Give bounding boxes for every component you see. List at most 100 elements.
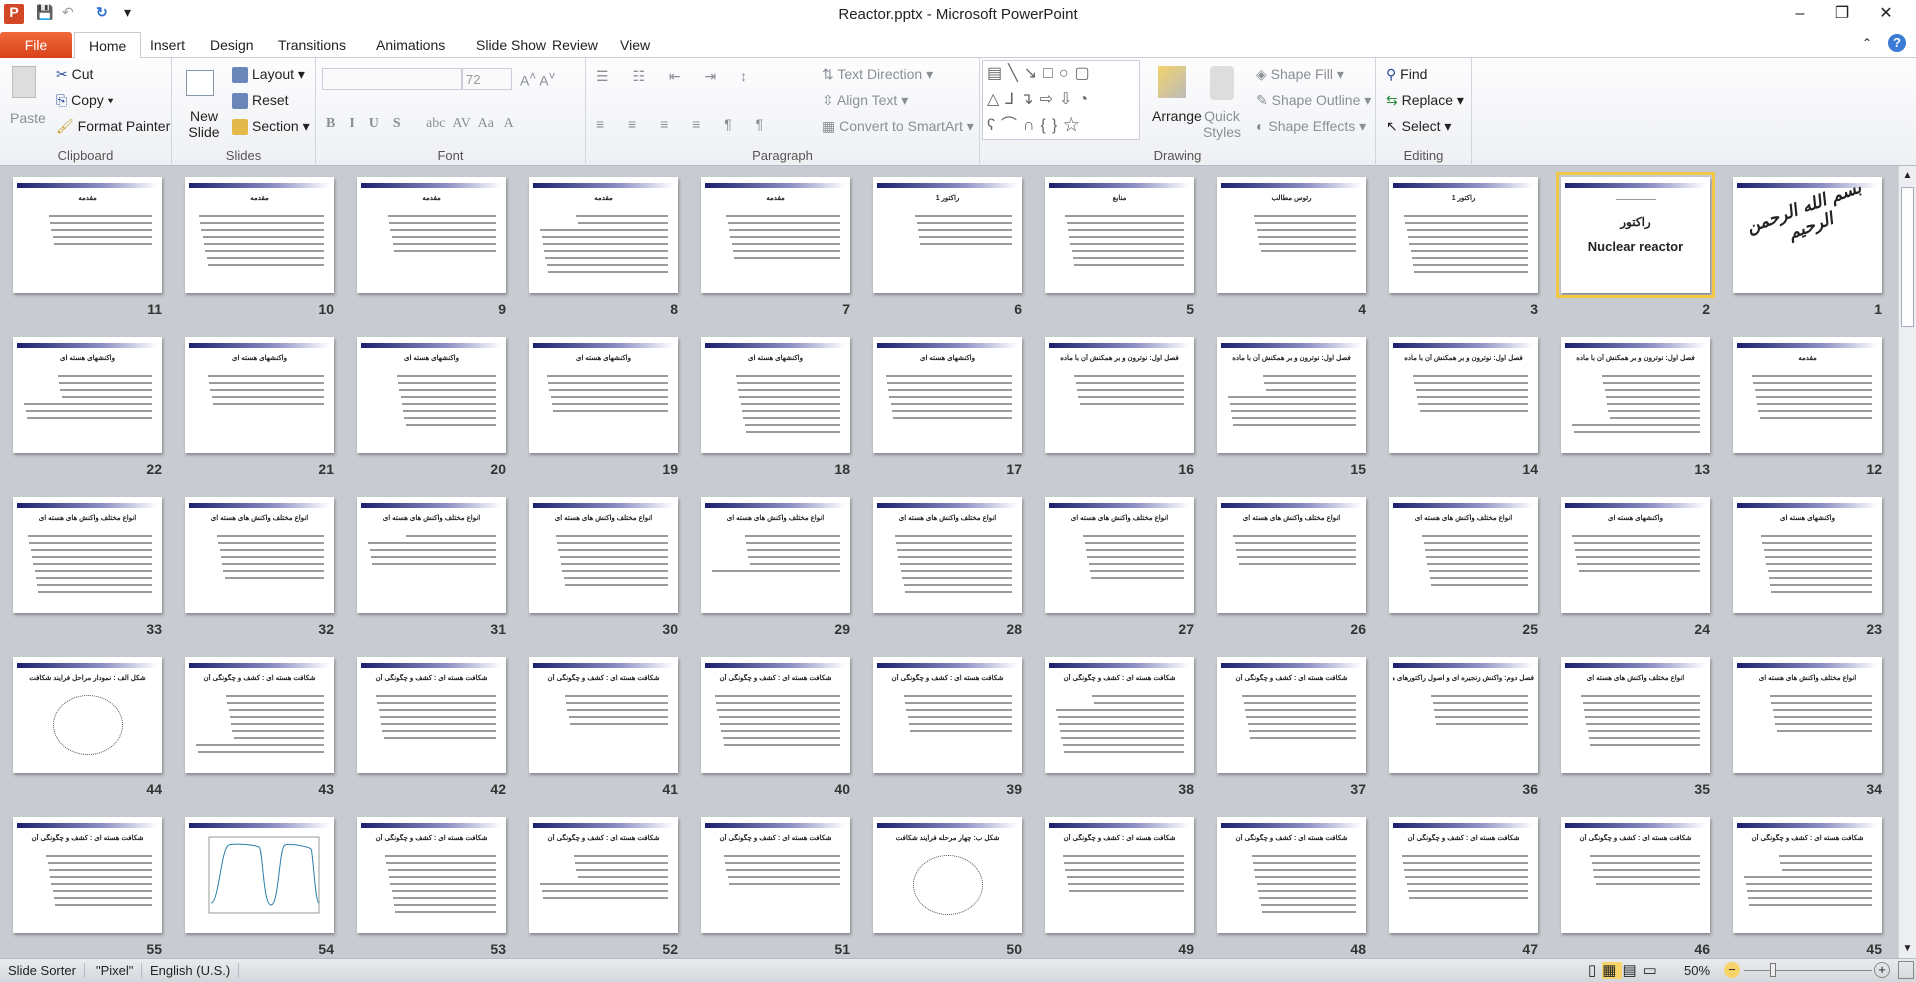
slide-thumbnail[interactable]: انواع مختلف واکنش های هسته ای (701, 497, 850, 613)
slide-thumbnail[interactable]: واکنشهای هسته ای (1733, 497, 1882, 613)
slide-thumbnail[interactable]: مقدمه (529, 177, 678, 293)
slide-thumbnail[interactable]: شکافت هسته ای : کشف و چگونگی آن (1733, 817, 1882, 933)
slide-thumbnail[interactable]: شکافت هسته ای : کشف و چگونگی آن (1217, 657, 1366, 773)
font-effect-buttons[interactable]: abc AV Aa A (426, 116, 514, 132)
scroll-down-icon[interactable]: ▼ (1899, 943, 1916, 954)
language-indicator[interactable]: English (U.S.) (142, 963, 240, 978)
slide-sorter-view-icon[interactable]: ▦ (1602, 962, 1623, 979)
powerpoint-logo-icon[interactable]: P (4, 4, 24, 24)
slide-thumbnail[interactable]: واکنشهای هسته ای (13, 337, 162, 453)
slide-thumbnail[interactable]: انواع مختلف واکنش های هسته ای (873, 497, 1022, 613)
theme-name[interactable]: "Pixel" (88, 963, 143, 978)
shape-fill-button[interactable]: ◈ Shape Fill ▾ (1256, 66, 1344, 83)
shape-outline-button[interactable]: ✎ Shape Outline ▾ (1256, 92, 1371, 109)
slide-thumbnail[interactable]: مقدمه (13, 177, 162, 293)
convert-smartart-button[interactable]: ▦ Convert to SmartArt ▾ (822, 118, 974, 135)
tab-home[interactable]: Home (74, 32, 142, 59)
shape-effects-button[interactable]: ◐ Shape Effects ▾ (1256, 118, 1366, 135)
tab-review[interactable]: Review (538, 32, 612, 58)
close-button[interactable]: ✕ (1866, 2, 1906, 26)
undo-icon[interactable]: ↶ (62, 4, 74, 24)
font-format-buttons[interactable]: BIUS (326, 116, 415, 132)
quick-styles-button[interactable]: Quick Styles (1202, 108, 1242, 140)
slide-thumbnail[interactable]: واکنشهای هسته ای (529, 337, 678, 453)
save-icon[interactable]: 💾 (36, 4, 53, 24)
slide-thumbnail[interactable]: شکافت هسته ای : کشف و چگونگی آن (1389, 817, 1538, 933)
slide-thumbnail[interactable]: انواع مختلف واکنش های هسته ای (1561, 657, 1710, 773)
slide-thumbnail[interactable]: شکافت هسته ای : کشف و چگونگی آن (701, 657, 850, 773)
slide-thumbnail[interactable]: شکافت هسته ای : کشف و چگونگی آن (1045, 817, 1194, 933)
tab-transitions[interactable]: Transitions (264, 32, 360, 58)
slide-thumbnail[interactable]: واکنشهای هسته ای (357, 337, 506, 453)
slide-thumbnail[interactable]: انواع مختلف واکنش های هسته ای (1217, 497, 1366, 613)
slide-thumbnail[interactable]: شکافت هسته ای : کشف و چگونگی آن (529, 817, 678, 933)
tab-design[interactable]: Design (196, 32, 268, 58)
slide-thumbnail[interactable]: راکتور Nuclear reactor (1556, 172, 1715, 298)
zoom-level[interactable]: 50% (1684, 963, 1710, 978)
slide-thumbnail[interactable]: واکنشهای هسته ای (873, 337, 1022, 453)
slide-thumbnail[interactable]: شکافت هسته ای : کشف و چگونگی آن (701, 817, 850, 933)
slide-thumbnail[interactable]: مقدمه (185, 177, 334, 293)
reading-view-icon[interactable]: ▤ (1622, 962, 1642, 979)
slide-thumbnail[interactable]: مقدمه (1733, 337, 1882, 453)
slide-thumbnail[interactable]: راکتور 1 (873, 177, 1022, 293)
find-button[interactable]: ⚲ Find (1386, 66, 1427, 83)
zoom-slider-thumb[interactable] (1770, 963, 1776, 977)
slide-thumbnail[interactable]: فصل اول: نوترون و بر همکنش آن با ماده (1561, 337, 1710, 453)
paste-button[interactable]: Paste (10, 110, 46, 126)
slide-thumbnail[interactable]: انواع مختلف واکنش های هسته ای (357, 497, 506, 613)
text-direction-button[interactable]: ⇅ Text Direction ▾ (822, 66, 933, 83)
slide-thumbnail[interactable]: شکافت هسته ای : کشف و چگونگی آن (357, 817, 506, 933)
slide-thumbnail[interactable]: انواع مختلف واکنش های هسته ای (13, 497, 162, 613)
slide-thumbnail[interactable]: شکل الف : نمودار مراحل فرایند شکافت (13, 657, 162, 773)
zoom-out-button[interactable]: − (1724, 962, 1740, 978)
slide-thumbnail[interactable]: شکافت هسته ای : کشف و چگونگی آن (873, 657, 1022, 773)
font-size-combo[interactable]: 72 (462, 68, 512, 90)
slide-thumbnail[interactable]: مقدمه (701, 177, 850, 293)
slide-thumbnail[interactable]: شکافت هسته ای : کشف و چگونگی آن (357, 657, 506, 773)
tab-view[interactable]: View (606, 32, 664, 58)
scroll-up-icon[interactable]: ▲ (1899, 170, 1916, 181)
font-name-combo[interactable] (322, 68, 462, 90)
shapes-gallery[interactable]: ▤╲↘□○▢ △⅃↴⇨⇩◔ ʕ⌒∩{}☆ (982, 60, 1140, 140)
slide-thumbnail[interactable]: انواع مختلف واکنش های هسته ای (185, 497, 334, 613)
slide-thumbnail[interactable]: شکافت هسته ای : کشف و چگونگی آن (1045, 657, 1194, 773)
slide-thumbnail[interactable]: فصل دوم: واکنش زنجیره ای و اصول راکتورها… (1389, 657, 1538, 773)
slide-thumbnail[interactable]: شکافت هسته ای : کشف و چگونگی آن (529, 657, 678, 773)
minimize-ribbon-icon[interactable]: ⌃ (1862, 36, 1872, 50)
slide-thumbnail[interactable]: واکنشهای هسته ای (701, 337, 850, 453)
restore-button[interactable]: ❐ (1822, 2, 1862, 26)
slide-thumbnail[interactable]: مقدمه (357, 177, 506, 293)
tab-animations[interactable]: Animations (362, 32, 459, 58)
slide-thumbnail[interactable]: شکافت هسته ای : کشف و چگونگی آن (185, 657, 334, 773)
scrollbar-thumb[interactable] (1901, 187, 1914, 327)
slide-thumbnail[interactable]: رئوس مطالب (1217, 177, 1366, 293)
arrange-button[interactable]: Arrange (1152, 108, 1202, 124)
slide-thumbnail[interactable]: فصل اول: نوترون و بر همکنش آن با ماده (1217, 337, 1366, 453)
slide-thumbnail[interactable]: شکل ب: چهار مرحله فرایند شکافت (873, 817, 1022, 933)
grow-font-button[interactable]: A˄ A˅ (520, 70, 555, 89)
slide-thumbnail[interactable]: منابع (1045, 177, 1194, 293)
new-slide-button[interactable]: New Slide (184, 108, 224, 140)
slide-thumbnail[interactable]: انواع مختلف واکنش های هسته ای (1733, 657, 1882, 773)
slide-thumbnail[interactable]: واکنشهای هسته ای (1561, 497, 1710, 613)
replace-button[interactable]: ⇆ Replace ▾ (1386, 92, 1464, 109)
slide-thumbnail[interactable]: انواع مختلف واکنش های هسته ای (1045, 497, 1194, 613)
align-text-button[interactable]: ⇳ Align Text ▾ (822, 92, 908, 109)
slide-thumbnail[interactable]: واکنشهای هسته ای (185, 337, 334, 453)
slide-show-view-icon[interactable]: ▭ (1643, 962, 1663, 979)
zoom-in-button[interactable]: + (1874, 962, 1890, 978)
vertical-scrollbar[interactable]: ▲ ▼ (1898, 166, 1916, 958)
cut-button[interactable]: ✂ Cut (56, 66, 93, 83)
slide-thumbnail[interactable]: فصل اول: نوترون و بر همکنش آن با ماده (1045, 337, 1194, 453)
reset-button[interactable]: Reset (232, 92, 289, 110)
tab-insert[interactable]: Insert (136, 32, 199, 58)
copy-button[interactable]: ⎘ Copy ▾ (56, 92, 114, 109)
tab-file[interactable]: File (0, 32, 72, 58)
slide-thumbnail[interactable]: راکتور 1 (1389, 177, 1538, 293)
slide-thumbnail[interactable] (185, 817, 334, 933)
select-button[interactable]: ↖ Select ▾ (1386, 118, 1451, 135)
list-buttons[interactable]: ☰ ☷ ⇤ ⇥ ↕ (596, 68, 757, 85)
customize-quick-access-icon[interactable]: ▾ (124, 4, 131, 24)
slide-thumbnail[interactable]: شکافت هسته ای : کشف و چگونگی آن (1561, 817, 1710, 933)
